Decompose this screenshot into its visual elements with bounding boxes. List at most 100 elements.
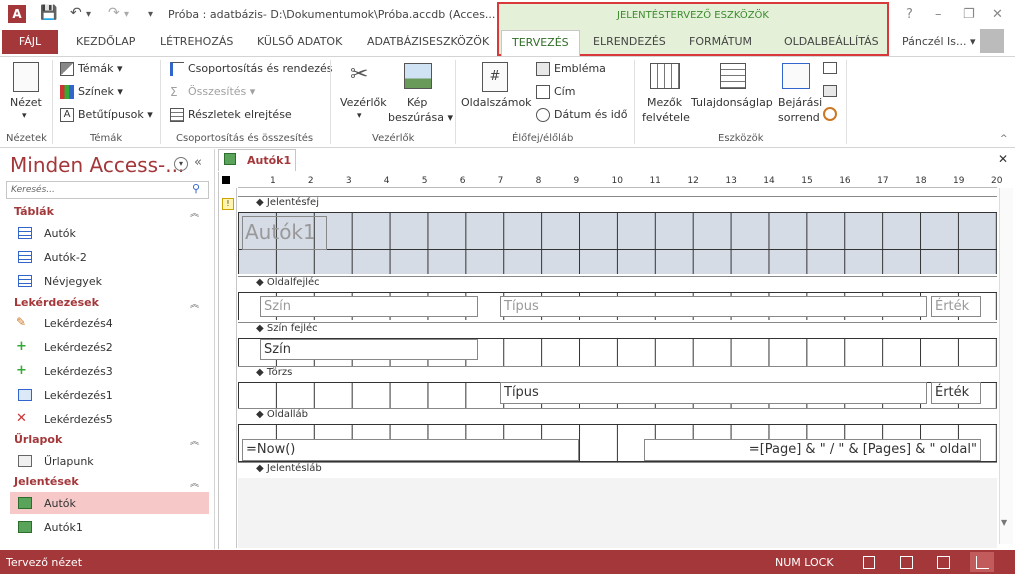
add-fields-button[interactable]: Mezők	[647, 96, 682, 109]
title-button[interactable]: Cím	[536, 85, 575, 99]
undo-dropdown-icon[interactable]: ▾	[86, 9, 91, 20]
layout-view-icon[interactable]	[937, 556, 950, 569]
section-bar-jelentesfej[interactable]: ◆ Jelentésfej	[238, 196, 997, 211]
nav-section-urlapok[interactable]: Űrlapok	[14, 433, 62, 446]
report-view-icon[interactable]	[863, 556, 875, 569]
close-icon[interactable]: ✕	[992, 7, 1003, 22]
group-sort-button[interactable]: Csoportosítás és rendezés	[170, 62, 333, 76]
avatar[interactable]	[980, 29, 1004, 53]
tipus-field[interactable]: Típus	[500, 382, 927, 404]
view-code-icon[interactable]	[823, 85, 837, 97]
nav-item-lekerdezes5[interactable]: Lekérdezés5	[44, 413, 113, 426]
hide-details-button[interactable]: Részletek elrejtése	[170, 108, 292, 122]
report-title-label[interactable]: Autók1	[242, 216, 327, 250]
collapse-section-icon[interactable]: ︽	[190, 297, 199, 310]
logo-button[interactable]: Embléma	[536, 62, 606, 76]
tab-tervezes[interactable]: TERVEZÉS	[501, 30, 580, 56]
insert-image-label[interactable]: beszúrása ▾	[388, 111, 453, 124]
nav-section-lekerdezesek[interactable]: Lekérdezések	[14, 296, 99, 309]
warning-icon[interactable]: !	[222, 198, 234, 210]
help-icon[interactable]: ?	[906, 7, 913, 22]
fonts-button[interactable]: A Betűtípusok ▾	[60, 108, 153, 122]
section-bar-oldalfejlec[interactable]: ◆ Oldalfejléc	[238, 276, 997, 291]
ertek-label[interactable]: Érték	[931, 296, 981, 317]
customize-qat-icon[interactable]: ▾	[148, 9, 153, 20]
ertek-field[interactable]: Érték	[931, 382, 981, 404]
search-icon[interactable]: ⚲	[192, 182, 200, 195]
insert-image-button[interactable]: Kép	[407, 96, 427, 109]
themes-button[interactable]: Témák ▾	[60, 62, 122, 76]
design-view-icon[interactable]	[976, 556, 989, 569]
add-fields-label[interactable]: felvétele	[642, 111, 690, 124]
page-numbers-button[interactable]: Oldalszámok	[461, 96, 532, 109]
view-dropdown-icon[interactable]: ▾	[22, 111, 27, 121]
section-bar-szin-fejlec[interactable]: ◆ Szín fejléc	[238, 322, 997, 337]
section-bar-jelenteslab[interactable]: ◆ Jelentésláb	[238, 462, 997, 477]
select-query-icon	[18, 389, 32, 401]
tab-order-label[interactable]: sorrend	[778, 111, 820, 124]
redo-dropdown-icon[interactable]: ▾	[124, 9, 129, 20]
redo-icon[interactable]: ↷	[108, 5, 120, 21]
tab-formatum[interactable]: FORMÁTUM	[689, 35, 752, 48]
add-fields-icon	[650, 63, 680, 89]
nav-search-input[interactable]: Keresés...	[6, 181, 209, 199]
restore-icon[interactable]: ❐	[963, 7, 975, 22]
close-document-icon[interactable]: ✕	[998, 152, 1008, 166]
totals-button[interactable]: Σ Összesítés ▾	[170, 85, 255, 99]
nav-item-lekerdezes4[interactable]: Lekérdezés4	[44, 317, 113, 330]
date-time-button[interactable]: Dátum és idő	[536, 108, 627, 122]
nav-item-autok2-table[interactable]: Autók-2	[44, 251, 87, 264]
tipus-label[interactable]: Típus	[500, 296, 927, 317]
nav-collapse-icon[interactable]: «	[194, 155, 202, 170]
user-name[interactable]: Pánczél Is... ▾	[902, 35, 976, 48]
page-number-field[interactable]: =[Page] & " / " & [Pages] & " oldal"	[644, 439, 981, 461]
convert-macros-icon[interactable]	[823, 107, 837, 121]
section-bar-torzs[interactable]: ◆ Törzs	[238, 366, 997, 381]
nav-item-lekerdezes1[interactable]: Lekérdezés1	[44, 389, 113, 402]
nav-menu-chevron-icon[interactable]: ▾	[174, 157, 188, 171]
report-footer-area[interactable]	[238, 478, 997, 548]
report-header-area[interactable]	[238, 212, 997, 274]
nav-item-nevjegyek-table[interactable]: Névjegyek	[44, 275, 102, 288]
nav-item-autok1-report[interactable]: Autók1	[44, 521, 83, 534]
tab-kulso-adatok[interactable]: KÜLSŐ ADATOK	[257, 35, 342, 48]
report-selector[interactable]	[222, 176, 230, 184]
nav-item-autok-table[interactable]: Autók	[44, 227, 76, 240]
scroll-down-icon[interactable]: ▼	[1001, 518, 1007, 527]
collapse-section-icon[interactable]: ︽	[190, 206, 199, 219]
vertical-scrollbar[interactable]	[999, 188, 1013, 544]
save-icon[interactable]: 💾	[40, 5, 57, 21]
subreport-icon[interactable]	[823, 62, 837, 74]
nav-item-urlapunk[interactable]: Űrlapunk	[44, 455, 94, 468]
view-button[interactable]: Nézet	[10, 96, 42, 109]
tab-adatbaziseszkozok[interactable]: ADATBÁZISESZKÖZÖK	[367, 35, 489, 48]
controls-dropdown-icon[interactable]: ▾	[357, 111, 362, 121]
property-sheet-button[interactable]: Tulajdonságlap	[691, 96, 773, 109]
nav-item-lekerdezes3[interactable]: Lekérdezés3	[44, 365, 113, 378]
szin-label[interactable]: Szín	[260, 296, 478, 317]
tab-file[interactable]: FÁJL	[2, 30, 58, 54]
access-app-icon[interactable]: A	[8, 5, 26, 23]
tab-oldalbeallitas[interactable]: OLDALBEÁLLÍTÁS	[784, 35, 879, 48]
tab-elrendezes[interactable]: ELRENDEZÉS	[593, 35, 666, 48]
nav-section-tablak[interactable]: Táblák	[14, 205, 54, 218]
section-bar-oldallab[interactable]: ◆ Oldalláb	[238, 408, 997, 423]
tab-kezdolap[interactable]: KEZDŐLAP	[76, 35, 135, 48]
szin-field[interactable]: Szín	[260, 339, 478, 360]
collapse-ribbon-icon[interactable]: ^	[1000, 134, 1008, 144]
print-preview-icon[interactable]	[900, 556, 913, 569]
ruler-tick-label: 7	[497, 176, 504, 186]
collapse-section-icon[interactable]: ︽	[190, 476, 199, 489]
nav-section-jelentesek[interactable]: Jelentések	[14, 475, 79, 488]
colors-button[interactable]: Színek ▾	[60, 85, 123, 99]
controls-button[interactable]: Vezérlők	[340, 96, 387, 109]
nav-item-autok-report[interactable]: Autók	[44, 497, 76, 510]
now-field[interactable]: =Now()	[242, 439, 579, 461]
minimize-icon[interactable]: –	[935, 7, 942, 22]
tab-letrehozas[interactable]: LÉTREHOZÁS	[160, 35, 233, 48]
nav-item-lekerdezes2[interactable]: Lekérdezés2	[44, 341, 113, 354]
undo-icon[interactable]: ↶	[70, 5, 82, 21]
nav-title[interactable]: Minden Access-...	[10, 153, 184, 177]
collapse-section-icon[interactable]: ︽	[190, 434, 199, 447]
tab-order-button[interactable]: Bejárási	[778, 96, 822, 109]
